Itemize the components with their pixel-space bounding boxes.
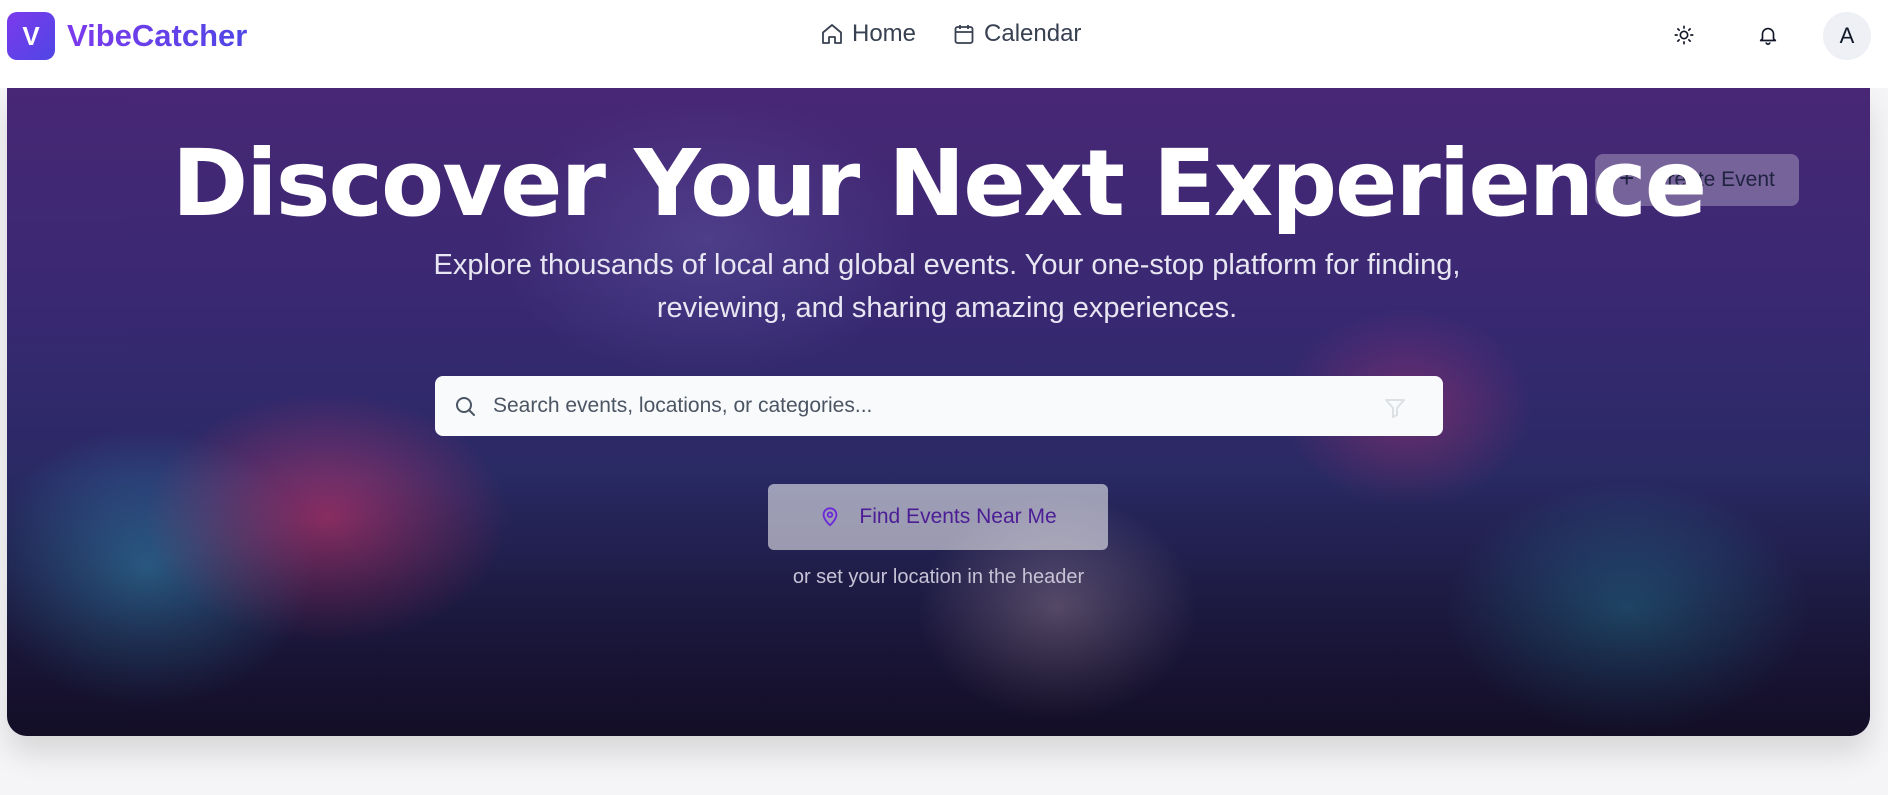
map-pin-icon	[823, 507, 838, 527]
brand-name[interactable]: VibeCatcher	[67, 18, 247, 54]
sun-icon	[1674, 25, 1694, 45]
notifications-button[interactable]	[1754, 21, 1782, 49]
user-avatar[interactable]: A	[1823, 12, 1871, 60]
nav-home[interactable]: Home	[820, 20, 916, 48]
hero-banner: + Create Event Discover Your Next Experi…	[7, 88, 1870, 736]
hero-subtitle: Explore thousands of local and global ev…	[433, 249, 1461, 324]
calendar-icon	[954, 25, 974, 44]
nav-calendar-label: Calendar	[984, 20, 1082, 47]
filter-icon[interactable]	[1383, 396, 1407, 420]
main-nav: Home Calendar	[820, 20, 1081, 48]
top-header: V VibeCatcher Home Calendar A	[0, 0, 1888, 88]
search-bar	[435, 376, 1443, 436]
search-input[interactable]	[493, 394, 1393, 418]
location-hint: or set your location in the header	[792, 566, 1085, 588]
bell-icon	[1759, 27, 1777, 45]
hero-content: + Create Event Discover Your Next Experi…	[7, 88, 1870, 736]
hero-title: Discover Your Next Experience	[171, 130, 1707, 237]
home-icon	[822, 24, 842, 44]
nav-calendar[interactable]: Calendar	[952, 20, 1081, 48]
near-me-label: Find Events Near Me	[859, 505, 1057, 528]
brand-logo[interactable]: V	[7, 12, 55, 60]
search-icon	[456, 397, 475, 416]
nav-home-label: Home	[852, 20, 917, 47]
brand[interactable]: V VibeCatcher	[7, 12, 247, 60]
theme-toggle-button[interactable]	[1670, 21, 1698, 49]
find-events-near-me-button[interactable]: Find Events Near Me	[768, 484, 1108, 550]
